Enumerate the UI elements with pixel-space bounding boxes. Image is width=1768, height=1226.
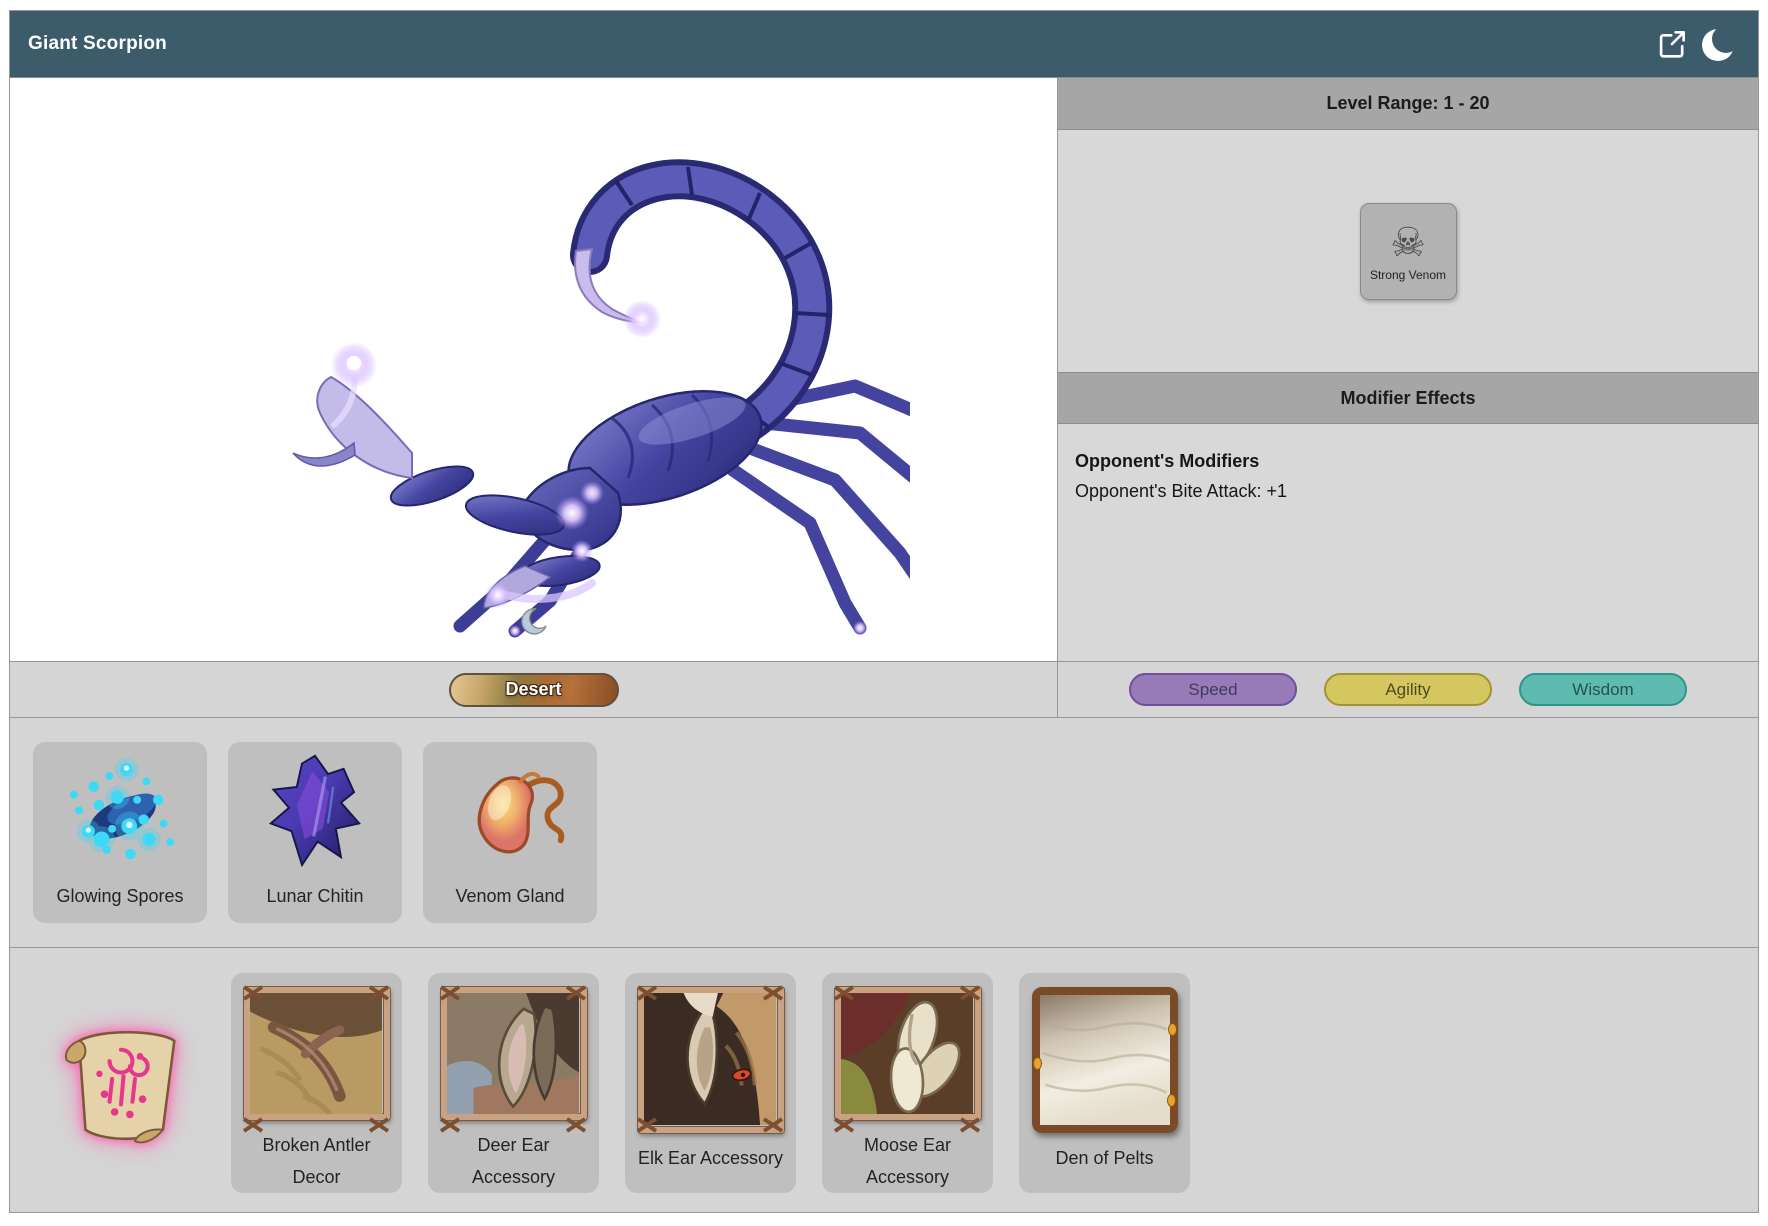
loot-label: Den of Pelts [1055,1142,1153,1174]
drop-card-venom-gland[interactable]: Venom Gland [423,742,597,923]
loot-card-den-of-pelts[interactable]: Den of Pelts [1019,973,1190,1193]
elk-ear-accessory-image [638,987,784,1133]
dark-mode-moon-icon[interactable] [1700,24,1740,64]
drop-label: Lunar Chitin [266,886,363,907]
loot-card-moose-ear-accessory[interactable]: Moose Ear Accessory [822,973,993,1193]
stat-label-agility: Agility [1385,680,1430,700]
level-range-text: Level Range: 1 - 20 [1326,93,1489,114]
loot-label: Elk Ear Accessory [638,1142,783,1174]
creature-image-panel [10,78,1058,661]
drops-row: Glowing Spores [10,718,1758,948]
drop-label: Venom Gland [455,886,564,907]
broken-antler-decor-image [244,987,390,1120]
drop-card-lunar-chitin[interactable]: Lunar Chitin [228,742,402,923]
skill-tile-strong-venom[interactable]: ☠ Strong Venom [1360,203,1457,300]
biome-pill-desert[interactable]: Desert [449,673,619,707]
drop-label: Glowing Spores [56,886,183,907]
deer-ear-accessory-image [441,987,587,1120]
stat-button-agility[interactable]: Agility [1324,673,1492,706]
biome-label: Desert [505,679,561,700]
lunar-chitin-image [250,742,380,884]
modifier-effects-title: Modifier Effects [1340,388,1475,409]
drop-card-glowing-spores[interactable]: Glowing Spores [33,742,207,923]
loot-label: Deer Ear Accessory [451,1129,577,1193]
moose-ear-accessory-image [835,987,981,1120]
loot-card-elk-ear-accessory[interactable]: Elk Ear Accessory [625,973,796,1193]
opponents-modifiers-heading: Opponent's Modifiers [1075,446,1748,476]
den-of-pelts-image [1032,987,1178,1133]
header-icons [1656,24,1740,64]
stat-label-wisdom: Wisdom [1572,680,1633,700]
biome-strip: Desert [10,662,1058,717]
loot-label: Moose Ear Accessory [845,1129,971,1193]
skills-area: ☠ Strong Venom [1058,130,1758,372]
encounter-page: Giant Scorpion [9,10,1759,1213]
loot-card-broken-antler-decor[interactable]: Broken Antler Decor [231,973,402,1193]
biome-stat-strip: Desert Speed Agility Wisdom [10,662,1758,718]
giant-scorpion-image [260,123,910,638]
loot-card-deer-ear-accessory[interactable]: Deer Ear Accessory [428,973,599,1193]
modifier-effects-bar: Modifier Effects [1058,372,1758,424]
craftable-loot-row: Broken Antler Decor [10,948,1758,1211]
crescent-moon-night-icon [521,607,547,641]
recipe-scroll-icon[interactable] [51,1018,191,1155]
skill-label: Strong Venom [1370,268,1446,282]
venom-gland-image [444,742,576,884]
page-title: Giant Scorpion [28,33,167,55]
loot-label: Broken Antler Decor [254,1129,380,1193]
encounter-info-panel: Level Range: 1 - 20 ☠ Strong Venom Modif… [1058,78,1758,661]
main-area: Level Range: 1 - 20 ☠ Strong Venom Modif… [10,78,1758,662]
skull-and-crossbones-icon: ☠ [1390,221,1426,265]
stat-button-wisdom[interactable]: Wisdom [1519,673,1687,706]
modifier-line: Opponent's Bite Attack: +1 [1075,476,1748,506]
header-bar: Giant Scorpion [10,11,1758,78]
glowing-spores-image [50,742,190,884]
stat-label-speed: Speed [1188,680,1237,700]
stat-button-speed[interactable]: Speed [1129,673,1297,706]
modifiers-list: Opponent's Modifiers Opponent's Bite Att… [1058,424,1758,661]
open-in-new-window-icon[interactable] [1656,28,1688,60]
level-range-bar: Level Range: 1 - 20 [1058,78,1758,130]
stat-buttons-strip: Speed Agility Wisdom [1058,662,1758,717]
